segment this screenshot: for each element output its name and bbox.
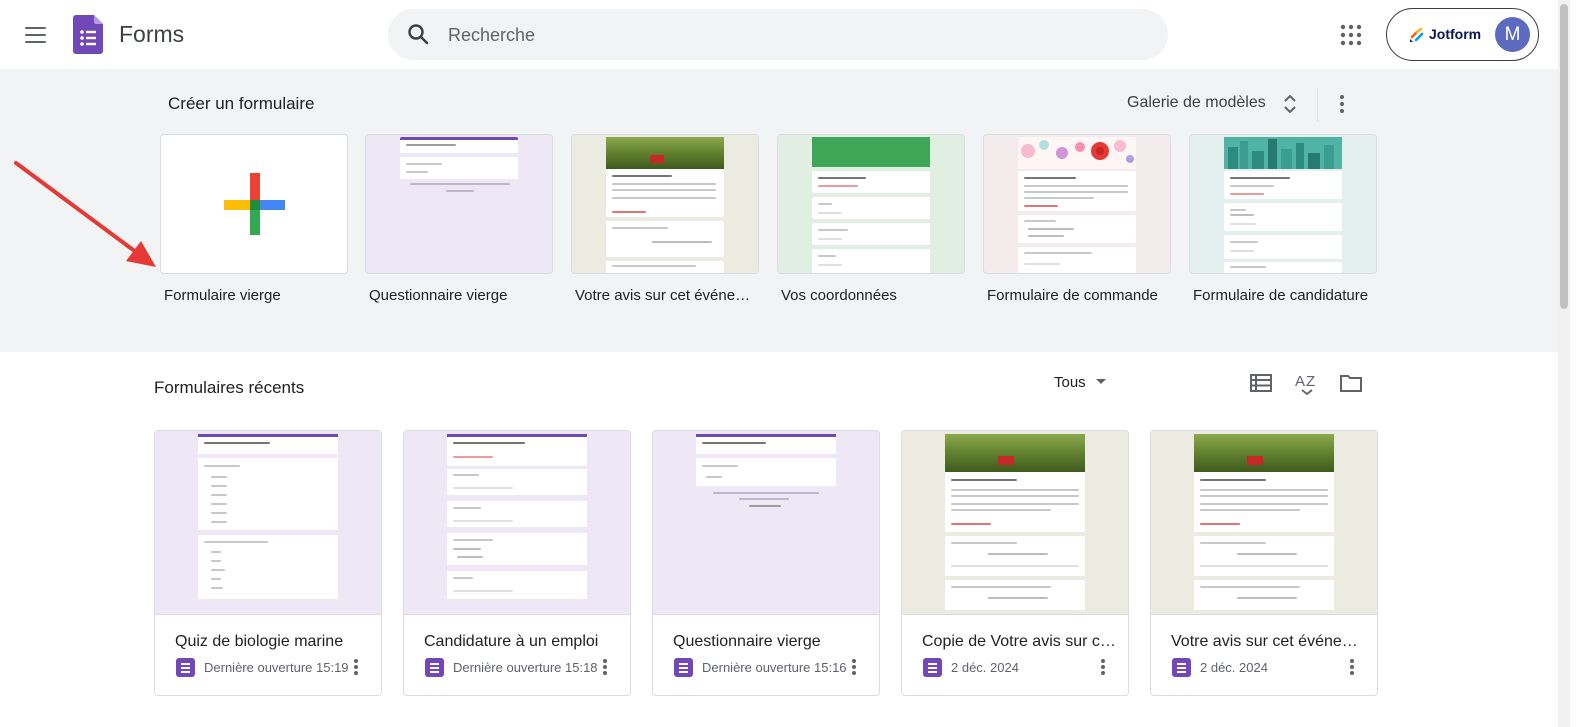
order-header-floral: [1018, 137, 1136, 169]
template-event-feedback[interactable]: Votre avis sur cet événement: [571, 134, 759, 304]
template-thumbnail: [777, 134, 965, 274]
recent-form-card[interactable]: Candidature à un emploi Dernière ouvertu…: [403, 430, 631, 696]
dropdown-caret-icon: [1095, 379, 1106, 384]
more-options-icon[interactable]: [1343, 655, 1361, 679]
gallery-more-options-icon[interactable]: [1330, 90, 1354, 118]
recent-form-card[interactable]: Copie de Votre avis sur cet événement 2 …: [901, 430, 1129, 696]
form-title: Questionnaire vierge: [673, 633, 821, 650]
sort-az-icon[interactable]: A Z: [1293, 370, 1321, 396]
gallery-title: Créer un formulaire: [168, 94, 315, 113]
form-last-opened: Dernière ouverture 15:16: [702, 660, 847, 675]
forms-file-icon: [176, 658, 195, 677]
search-input[interactable]: [448, 22, 1128, 48]
form-thumbnail: [404, 431, 630, 615]
form-title: Candidature à un emploi: [424, 633, 599, 650]
divider: [1317, 88, 1318, 121]
template-job-application[interactable]: Formulaire de candidature: [1189, 134, 1377, 304]
forms-file-icon: [1172, 658, 1191, 677]
template-label: Formulaire vierge: [164, 287, 281, 304]
more-options-icon[interactable]: [845, 655, 863, 679]
event-header-image: [606, 137, 724, 169]
template-label: Vos coordonnées: [781, 287, 897, 304]
template-gallery-label: Galerie de modèles: [1127, 94, 1266, 111]
plus-icon: [224, 173, 285, 235]
avatar[interactable]: M: [1495, 17, 1530, 52]
form-title: Votre avis sur cet événement: [1171, 633, 1369, 650]
recent-form-card[interactable]: Votre avis sur cet événement 2 déc. 2024: [1150, 430, 1378, 696]
top-bar: Forms Jotform M: [0, 0, 1591, 69]
search-icon[interactable]: [406, 22, 430, 46]
recent-forms-title: Formulaires récents: [154, 378, 305, 397]
svg-text:Z: Z: [1306, 373, 1315, 390]
template-thumbnail: [983, 134, 1171, 274]
template-blank-form[interactable]: Formulaire vierge: [160, 134, 348, 304]
annotation-arrow-icon: [14, 161, 156, 267]
form-title: Quiz de biologie marine: [175, 633, 344, 650]
recent-form-card[interactable]: Quiz de biologie marine Dernière ouvertu…: [154, 430, 382, 696]
form-last-opened: 2 déc. 2024: [1200, 660, 1268, 675]
form-thumbnail: [155, 431, 381, 615]
forms-file-icon: [923, 658, 942, 677]
template-thumbnail: [571, 134, 759, 274]
event-header-image: [945, 434, 1085, 472]
template-gallery-button[interactable]: Galerie de modèles: [1117, 86, 1296, 122]
owner-filter-label: Tous: [1054, 374, 1086, 391]
form-thumbnail: [902, 431, 1128, 615]
svg-text:A: A: [1295, 373, 1305, 390]
app-name[interactable]: Forms: [119, 21, 184, 48]
forms-file-icon: [674, 658, 693, 677]
template-thumbnail: [160, 134, 348, 274]
template-thumbnail: [1189, 134, 1377, 274]
account-button[interactable]: Jotform M: [1386, 8, 1539, 61]
list-view-icon[interactable]: [1248, 370, 1274, 396]
template-gallery: Créer un formulaire Galerie de modèles F…: [0, 69, 1558, 352]
forms-logo-icon[interactable]: [73, 15, 103, 54]
main-menu-icon[interactable]: [20, 20, 50, 50]
google-apps-icon[interactable]: [1339, 23, 1363, 47]
application-header-skyline: [1224, 137, 1342, 169]
template-blank-quiz[interactable]: Questionnaire vierge: [365, 134, 553, 304]
template-order-form[interactable]: Formulaire de commande: [983, 134, 1171, 304]
owner-filter-dropdown[interactable]: Tous: [1048, 370, 1112, 398]
form-thumbnail: [1151, 431, 1377, 615]
more-options-icon[interactable]: [347, 655, 365, 679]
recent-form-card[interactable]: Questionnaire vierge Dernière ouverture …: [652, 430, 880, 696]
template-thumbnail: [365, 134, 553, 274]
scrollbar-thumb[interactable]: [1560, 4, 1568, 309]
more-options-icon[interactable]: [596, 655, 614, 679]
more-options-icon[interactable]: [1094, 655, 1112, 679]
forms-file-icon: [425, 658, 444, 677]
jotform-logo-icon: [1410, 27, 1424, 43]
template-label: Formulaire de candidature: [1193, 287, 1369, 304]
form-title: Copie de Votre avis sur cet événement: [922, 633, 1120, 650]
template-label: Votre avis sur cet événement: [575, 287, 759, 304]
unfold-more-icon: [1282, 93, 1298, 115]
jotform-brand: Jotform: [1429, 26, 1482, 42]
folder-icon[interactable]: [1338, 370, 1364, 396]
template-label: Formulaire de commande: [987, 287, 1158, 304]
form-thumbnail: [653, 431, 879, 615]
form-last-opened: Dernière ouverture 15:19: [204, 660, 349, 675]
form-last-opened: 2 déc. 2024: [951, 660, 1019, 675]
template-contact-info[interactable]: Vos coordonnées: [777, 134, 965, 304]
contact-header-banner: [812, 137, 930, 167]
event-header-image: [1194, 434, 1334, 472]
form-last-opened: Dernière ouverture 15:18: [453, 660, 598, 675]
template-label: Questionnaire vierge: [369, 287, 508, 304]
